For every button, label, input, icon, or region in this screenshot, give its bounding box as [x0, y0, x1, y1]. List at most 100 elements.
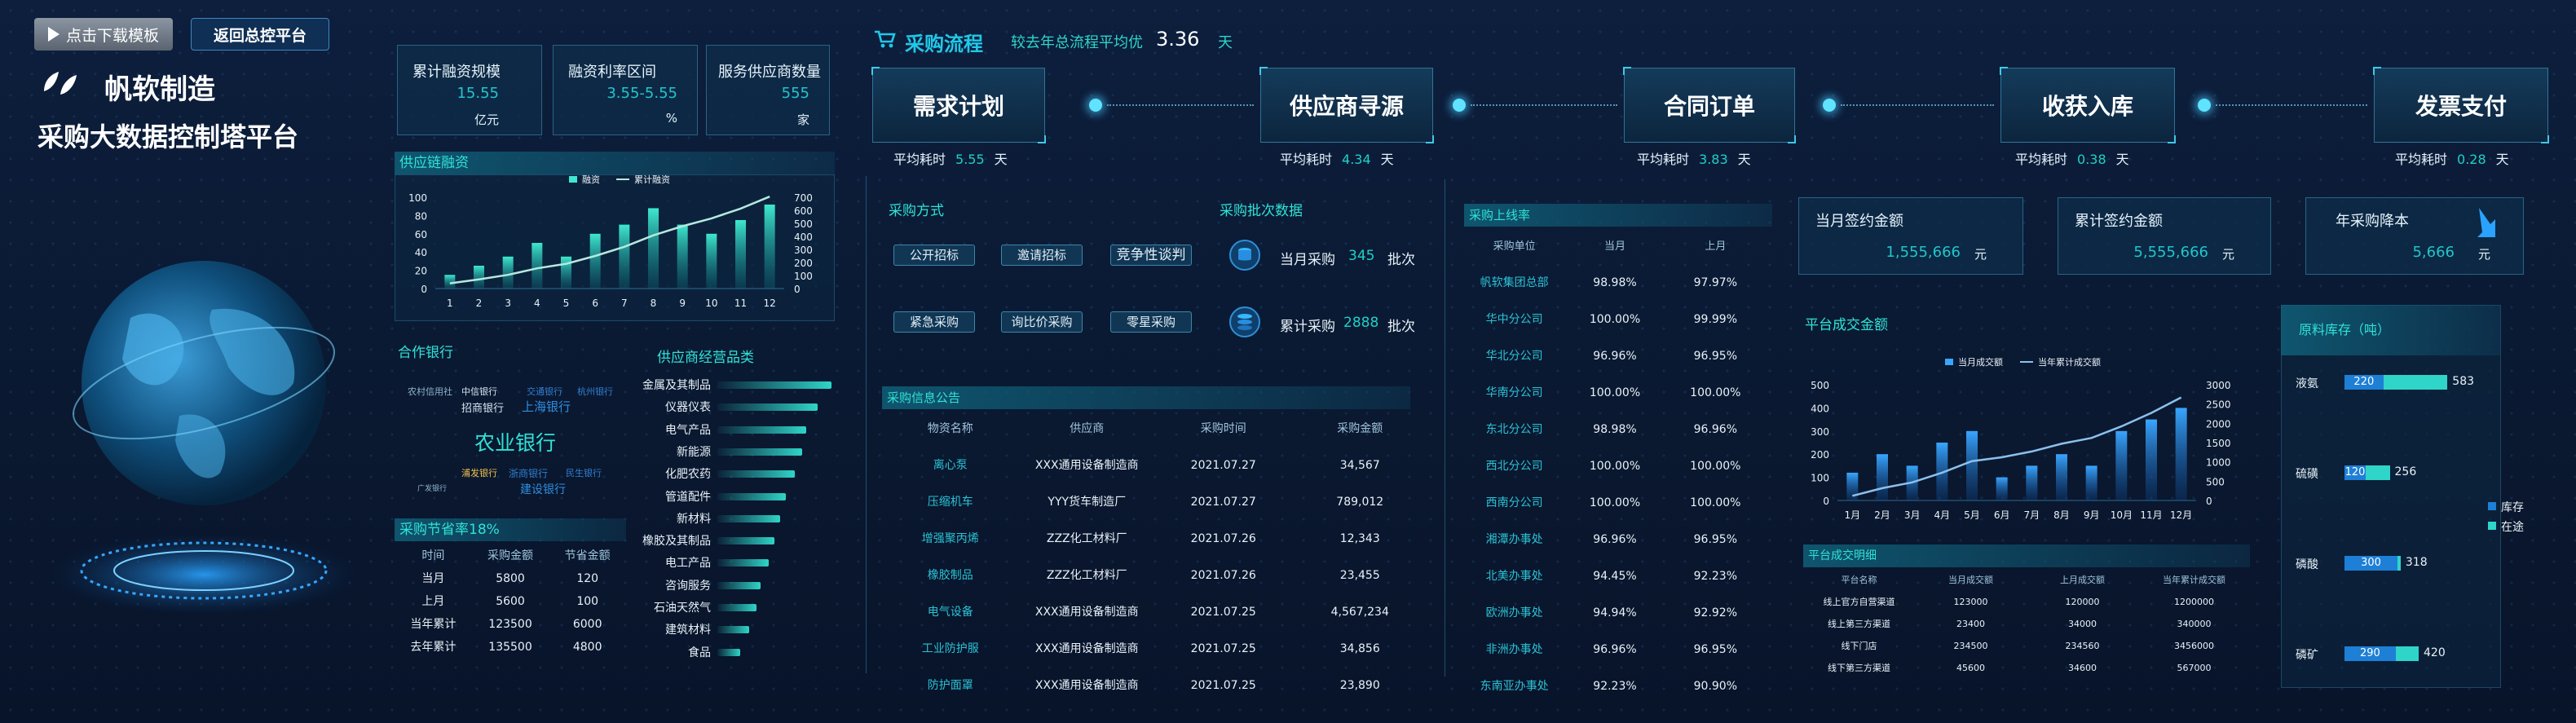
x-tick: 11 [734, 298, 747, 309]
table-row: 帆软集团总部 98.98% 97.97% [1464, 265, 1766, 302]
table-cell: 340000 [2177, 619, 2212, 629]
step-invoice-payment[interactable]: 发票支付 [2373, 67, 2549, 143]
method-competitive-negotiation[interactable]: 竞争性谈判 [1110, 245, 1192, 266]
avg-value: 3.83 [1699, 152, 1728, 167]
table-row: 东北分公司 98.98% 96.96% [1464, 412, 1766, 448]
process-connector-dot [2198, 99, 2211, 112]
method-price-comparison[interactable]: 询比价采购 [1001, 311, 1083, 333]
table-cell: 96.95% [1693, 533, 1738, 546]
table-cell: 北美办事处 [1485, 570, 1543, 583]
avg-value: 0.28 [2457, 152, 2486, 167]
summary-label: 年采购降本 [2336, 213, 2409, 230]
table-cell: 123500 [488, 618, 532, 631]
table-cell: 100.00% [1690, 386, 1741, 399]
table-cell: 94.94% [1593, 606, 1637, 619]
category-bar [717, 604, 756, 611]
x-tick: 10 [705, 298, 717, 309]
divider [866, 176, 867, 673]
x-tick: 1 [447, 298, 453, 309]
inventory-stock-bar: 120 [2344, 465, 2366, 480]
kpi-value: 3.55-5.55 [607, 85, 677, 102]
method-sporadic[interactable]: 零星采购 [1110, 311, 1192, 333]
step-sourcing[interactable]: 供应商寻源 [1259, 67, 1434, 143]
legend-line-label: 累计融资 [634, 174, 670, 185]
table-cell: 6000 [572, 618, 602, 631]
x-tick: 6 [592, 298, 598, 309]
step-receiving[interactable]: 收获入库 [2000, 67, 2176, 143]
x-tick: 8 [651, 298, 657, 309]
avg-unit: 天 [2495, 152, 2509, 167]
bar [648, 208, 659, 289]
y-tick-left: 300 [1811, 426, 1829, 438]
process-title: 采购流程 [905, 33, 983, 55]
bar [2115, 430, 2128, 500]
batches-month-unit: 批次 [1387, 252, 1415, 268]
download-template-button[interactable]: 点击下载模板 [34, 18, 173, 51]
category-bar [717, 514, 780, 522]
legend-line-label: 当年累计成交额 [2038, 356, 2101, 368]
table-cell: 4800 [572, 641, 602, 654]
back-to-control-label: 返回总控平台 [213, 26, 307, 45]
step-avg-contract: 平均耗时 3.83 天 [1637, 148, 1751, 168]
summary-value: 5,666 [2412, 244, 2455, 261]
y-tick-right: 700 [794, 192, 813, 204]
bank-name: 杭州银行 [577, 386, 613, 397]
avg-value: 4.34 [1342, 152, 1371, 167]
table-cell: 92.92% [1693, 606, 1738, 619]
step-contract-order[interactable]: 合同订单 [1623, 67, 1796, 143]
table-cell: XXX通用设备制造商 [1034, 642, 1139, 655]
y-tick-left: 80 [415, 210, 427, 222]
y-tick-left: 60 [415, 229, 427, 240]
category-label: 橡胶及其制品 [642, 535, 711, 549]
bar [2175, 408, 2187, 500]
table-cell: YYY货车制造厂 [1048, 496, 1127, 509]
kpi-unit: % [665, 111, 677, 126]
table-cell: 增强聚丙烯 [921, 532, 979, 545]
bar [561, 256, 571, 289]
table-cell: 东北分公司 [1485, 423, 1543, 436]
inventory-panel [2281, 305, 2501, 688]
method-invited-tender[interactable]: 邀请招标 [1001, 245, 1083, 266]
bar [764, 204, 775, 289]
x-tick: 9 [679, 298, 686, 309]
table-row: 橡胶制品 ZZZ化工材料厂 2021.07.26 23,455 [882, 558, 1428, 594]
table-cell: 湘潭办事处 [1485, 533, 1543, 546]
table-cell: ZZZ化工材料厂 [1046, 569, 1127, 582]
avg-label: 平均耗时 [2015, 152, 2068, 167]
table-cell: 98.98% [1593, 423, 1637, 436]
category-bar [717, 403, 818, 412]
finance-chart: 10080604020070060050040030020010001 2 3 4 5 6… [408, 174, 813, 309]
table-cell: 2021.07.25 [1190, 642, 1256, 655]
x-tick: 4月 [1934, 509, 1951, 521]
process-connector-dot [1453, 99, 1466, 112]
table-header-cell: 采购金额 [1337, 422, 1383, 435]
table-cell: 100.00% [1690, 496, 1741, 509]
table-cell: 离心泵 [933, 459, 968, 472]
method-emergency[interactable]: 紧急采购 [893, 311, 975, 333]
category-bar [717, 492, 786, 500]
table-row: 华南分公司 100.00% 100.00% [1464, 375, 1766, 412]
table-row: 离心泵 XXX通用设备制造商 2021.07.27 34,567 [882, 447, 1428, 484]
table-cell: 34600 [2068, 663, 2097, 673]
table-cell: 华中分公司 [1485, 313, 1543, 326]
method-public-tender[interactable]: 公开招标 [893, 245, 975, 266]
step-demand-plan[interactable]: 需求计划 [871, 67, 1046, 143]
table-row: 华北分公司 96.96% 96.95% [1464, 338, 1766, 375]
savings-title: 采购节省率18% [395, 518, 626, 541]
table-cell: 5600 [496, 595, 525, 608]
download-template-label: 点击下载模板 [65, 26, 159, 45]
table-row: 北美办事处 94.45% 92.23% [1464, 558, 1766, 595]
x-tick: 12月 [2170, 509, 2192, 521]
categories-title: 供应商经营品类 [657, 350, 754, 366]
table-header-row: 平台名称 当月成交额 上月成交额 当年累计成交额 [1803, 569, 2250, 591]
back-to-control-button[interactable]: 返回总控平台 [191, 18, 329, 51]
legend-bar-swatch [569, 176, 577, 183]
x-tick: 8月 [2053, 509, 2070, 521]
table-header-row: 采购单位 当月 上月 [1464, 228, 1766, 265]
bar [502, 256, 514, 289]
table-cell: 2021.07.25 [1190, 606, 1256, 619]
y-tick-right: 1000 [2206, 457, 2231, 469]
series-line [449, 196, 770, 284]
category-label: 新材料 [677, 512, 711, 526]
table-cell: 4,567,234 [1330, 606, 1389, 619]
